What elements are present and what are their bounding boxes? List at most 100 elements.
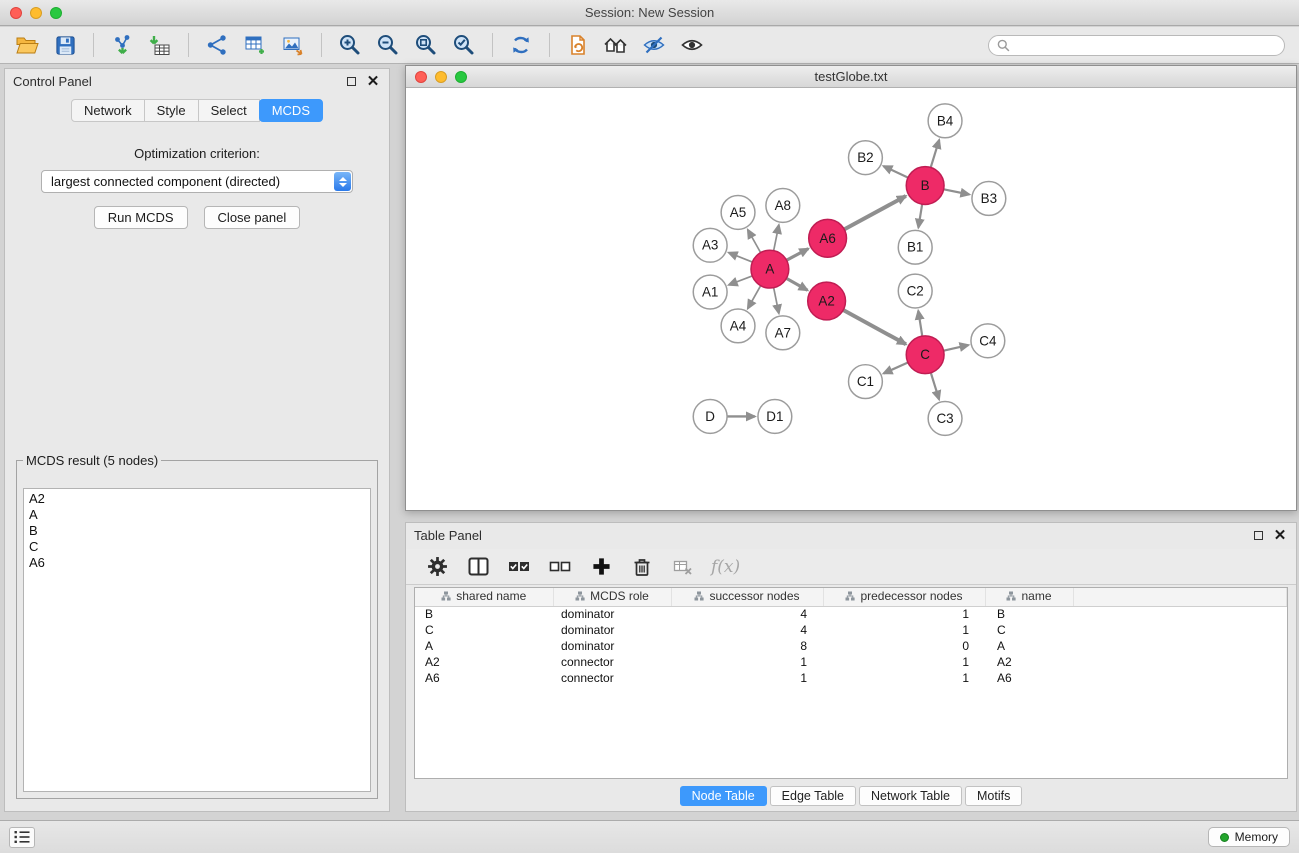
node-A8[interactable]: A8 <box>766 189 800 223</box>
zoom-window-button[interactable] <box>50 7 62 19</box>
open-document-button[interactable] <box>561 30 595 60</box>
run-mcds-button[interactable]: Run MCDS <box>94 206 188 229</box>
node-D1[interactable]: D1 <box>758 400 792 434</box>
mcds-result-list[interactable]: A2ABCA6 <box>23 488 371 792</box>
mcds-result-item[interactable]: A2 <box>29 491 365 507</box>
close-window-button[interactable] <box>10 7 22 19</box>
node-A2[interactable]: A2 <box>808 282 846 320</box>
mcds-result-item[interactable]: A6 <box>29 555 365 571</box>
node-A4[interactable]: A4 <box>721 309 755 343</box>
node-A[interactable]: A <box>751 250 789 288</box>
create-column-button[interactable] <box>588 554 614 580</box>
node-A1[interactable]: A1 <box>693 275 727 309</box>
float-table-panel-button[interactable] <box>1250 527 1266 543</box>
save-session-button[interactable] <box>48 30 82 60</box>
edge-A-A3[interactable] <box>729 253 753 262</box>
edge-A-A6[interactable] <box>787 249 809 261</box>
mcds-result-item[interactable]: B <box>29 523 365 539</box>
column-header-name[interactable]: name <box>985 588 1073 606</box>
mcds-result-item[interactable]: A <box>29 507 365 523</box>
node-B[interactable]: B <box>906 167 944 205</box>
edge-B-B2[interactable] <box>883 166 908 177</box>
control-tab-network[interactable]: Network <box>71 99 145 122</box>
table-tab-edge-table[interactable]: Edge Table <box>770 786 856 806</box>
mcds-result-item[interactable]: C <box>29 539 365 555</box>
node-B4[interactable]: B4 <box>928 104 962 138</box>
control-tab-mcds[interactable]: MCDS <box>259 99 323 122</box>
search-input[interactable] <box>1015 38 1276 52</box>
edge-B-B1[interactable] <box>918 204 922 227</box>
zoom-network-window-button[interactable] <box>455 71 467 83</box>
node-C[interactable]: C <box>906 336 944 374</box>
node-B1[interactable]: B1 <box>898 230 932 264</box>
minimize-network-window-button[interactable] <box>435 71 447 83</box>
node-A7[interactable]: A7 <box>766 316 800 350</box>
deselect-all-button[interactable] <box>547 554 573 580</box>
zoom-in-button[interactable] <box>333 30 367 60</box>
node-A6[interactable]: A6 <box>809 219 847 257</box>
table-tab-network-table[interactable]: Network Table <box>859 786 962 806</box>
refresh-layout-button[interactable] <box>504 30 538 60</box>
import-network-from-file-button[interactable] <box>105 30 139 60</box>
node-B3[interactable]: B3 <box>972 182 1006 216</box>
edge-A-A7[interactable] <box>774 288 779 314</box>
minimize-window-button[interactable] <box>30 7 42 19</box>
delete-columns-button[interactable] <box>629 554 655 580</box>
node-D[interactable]: D <box>693 400 727 434</box>
select-all-button[interactable] <box>506 554 532 580</box>
memory-button[interactable]: Memory <box>1208 827 1290 847</box>
table-row[interactable]: A2connector11A2 <box>415 654 1287 670</box>
edge-A-A2[interactable] <box>786 278 807 290</box>
table-settings-button[interactable] <box>424 554 450 580</box>
function-builder-button[interactable]: f(x) <box>711 557 740 577</box>
column-header-predecessor-nodes[interactable]: predecessor nodes <box>823 588 985 606</box>
close-network-window-button[interactable] <box>415 71 427 83</box>
table-row[interactable]: Adominator80A <box>415 638 1287 654</box>
edge-A6-B[interactable] <box>844 196 906 229</box>
edge-B-B4[interactable] <box>931 140 939 168</box>
column-header-shared-name[interactable]: shared name <box>415 588 553 606</box>
zoom-out-button[interactable] <box>371 30 405 60</box>
table-row[interactable]: Cdominator41C <box>415 622 1287 638</box>
edge-C-C4[interactable] <box>944 345 969 351</box>
edge-C-C2[interactable] <box>918 311 922 336</box>
control-tab-style[interactable]: Style <box>144 99 199 122</box>
edge-A-A4[interactable] <box>748 286 761 309</box>
show-panel-list-button[interactable] <box>9 827 35 848</box>
split-panel-button[interactable] <box>465 554 491 580</box>
node-C4[interactable]: C4 <box>971 324 1005 358</box>
zoom-fit-content-button[interactable] <box>409 30 443 60</box>
optimization-criterion-dropdown[interactable]: largest connected component (directed) <box>41 170 353 193</box>
edge-A-A1[interactable] <box>729 276 752 285</box>
hide-graphics-details-button[interactable] <box>637 30 671 60</box>
table-row[interactable]: A6connector11A6 <box>415 670 1287 686</box>
export-image-button[interactable] <box>276 30 310 60</box>
edge-A2-C[interactable] <box>843 310 906 344</box>
import-table-from-file-button[interactable] <box>143 30 177 60</box>
close-panel-button[interactable]: ✕ <box>365 73 381 89</box>
node-C2[interactable]: C2 <box>898 274 932 308</box>
edge-A-A5[interactable] <box>748 230 761 253</box>
node-C3[interactable]: C3 <box>928 402 962 436</box>
table-tab-motifs[interactable]: Motifs <box>965 786 1022 806</box>
close-panel-action-button[interactable]: Close panel <box>204 206 301 229</box>
show-graphics-details-button[interactable] <box>675 30 709 60</box>
node-C1[interactable]: C1 <box>849 365 883 399</box>
new-network-table-button[interactable] <box>238 30 272 60</box>
column-header-MCDS-role[interactable]: MCDS role <box>553 588 671 606</box>
new-network-button[interactable] <box>200 30 234 60</box>
table-tab-node-table[interactable]: Node Table <box>680 786 767 806</box>
delete-table-button[interactable] <box>670 554 696 580</box>
close-table-panel-button[interactable]: ✕ <box>1272 527 1288 543</box>
edge-C-C3[interactable] <box>931 373 939 400</box>
home-pages-button[interactable] <box>599 30 633 60</box>
column-header-successor-nodes[interactable]: successor nodes <box>671 588 823 606</box>
edge-C-C1[interactable] <box>884 362 908 373</box>
node-A3[interactable]: A3 <box>693 228 727 262</box>
table-row[interactable]: Bdominator41B <box>415 606 1287 622</box>
edge-B-B3[interactable] <box>944 189 970 194</box>
float-panel-button[interactable] <box>343 73 359 89</box>
control-tab-select[interactable]: Select <box>198 99 260 122</box>
node-A5[interactable]: A5 <box>721 195 755 229</box>
node-B2[interactable]: B2 <box>849 141 883 175</box>
